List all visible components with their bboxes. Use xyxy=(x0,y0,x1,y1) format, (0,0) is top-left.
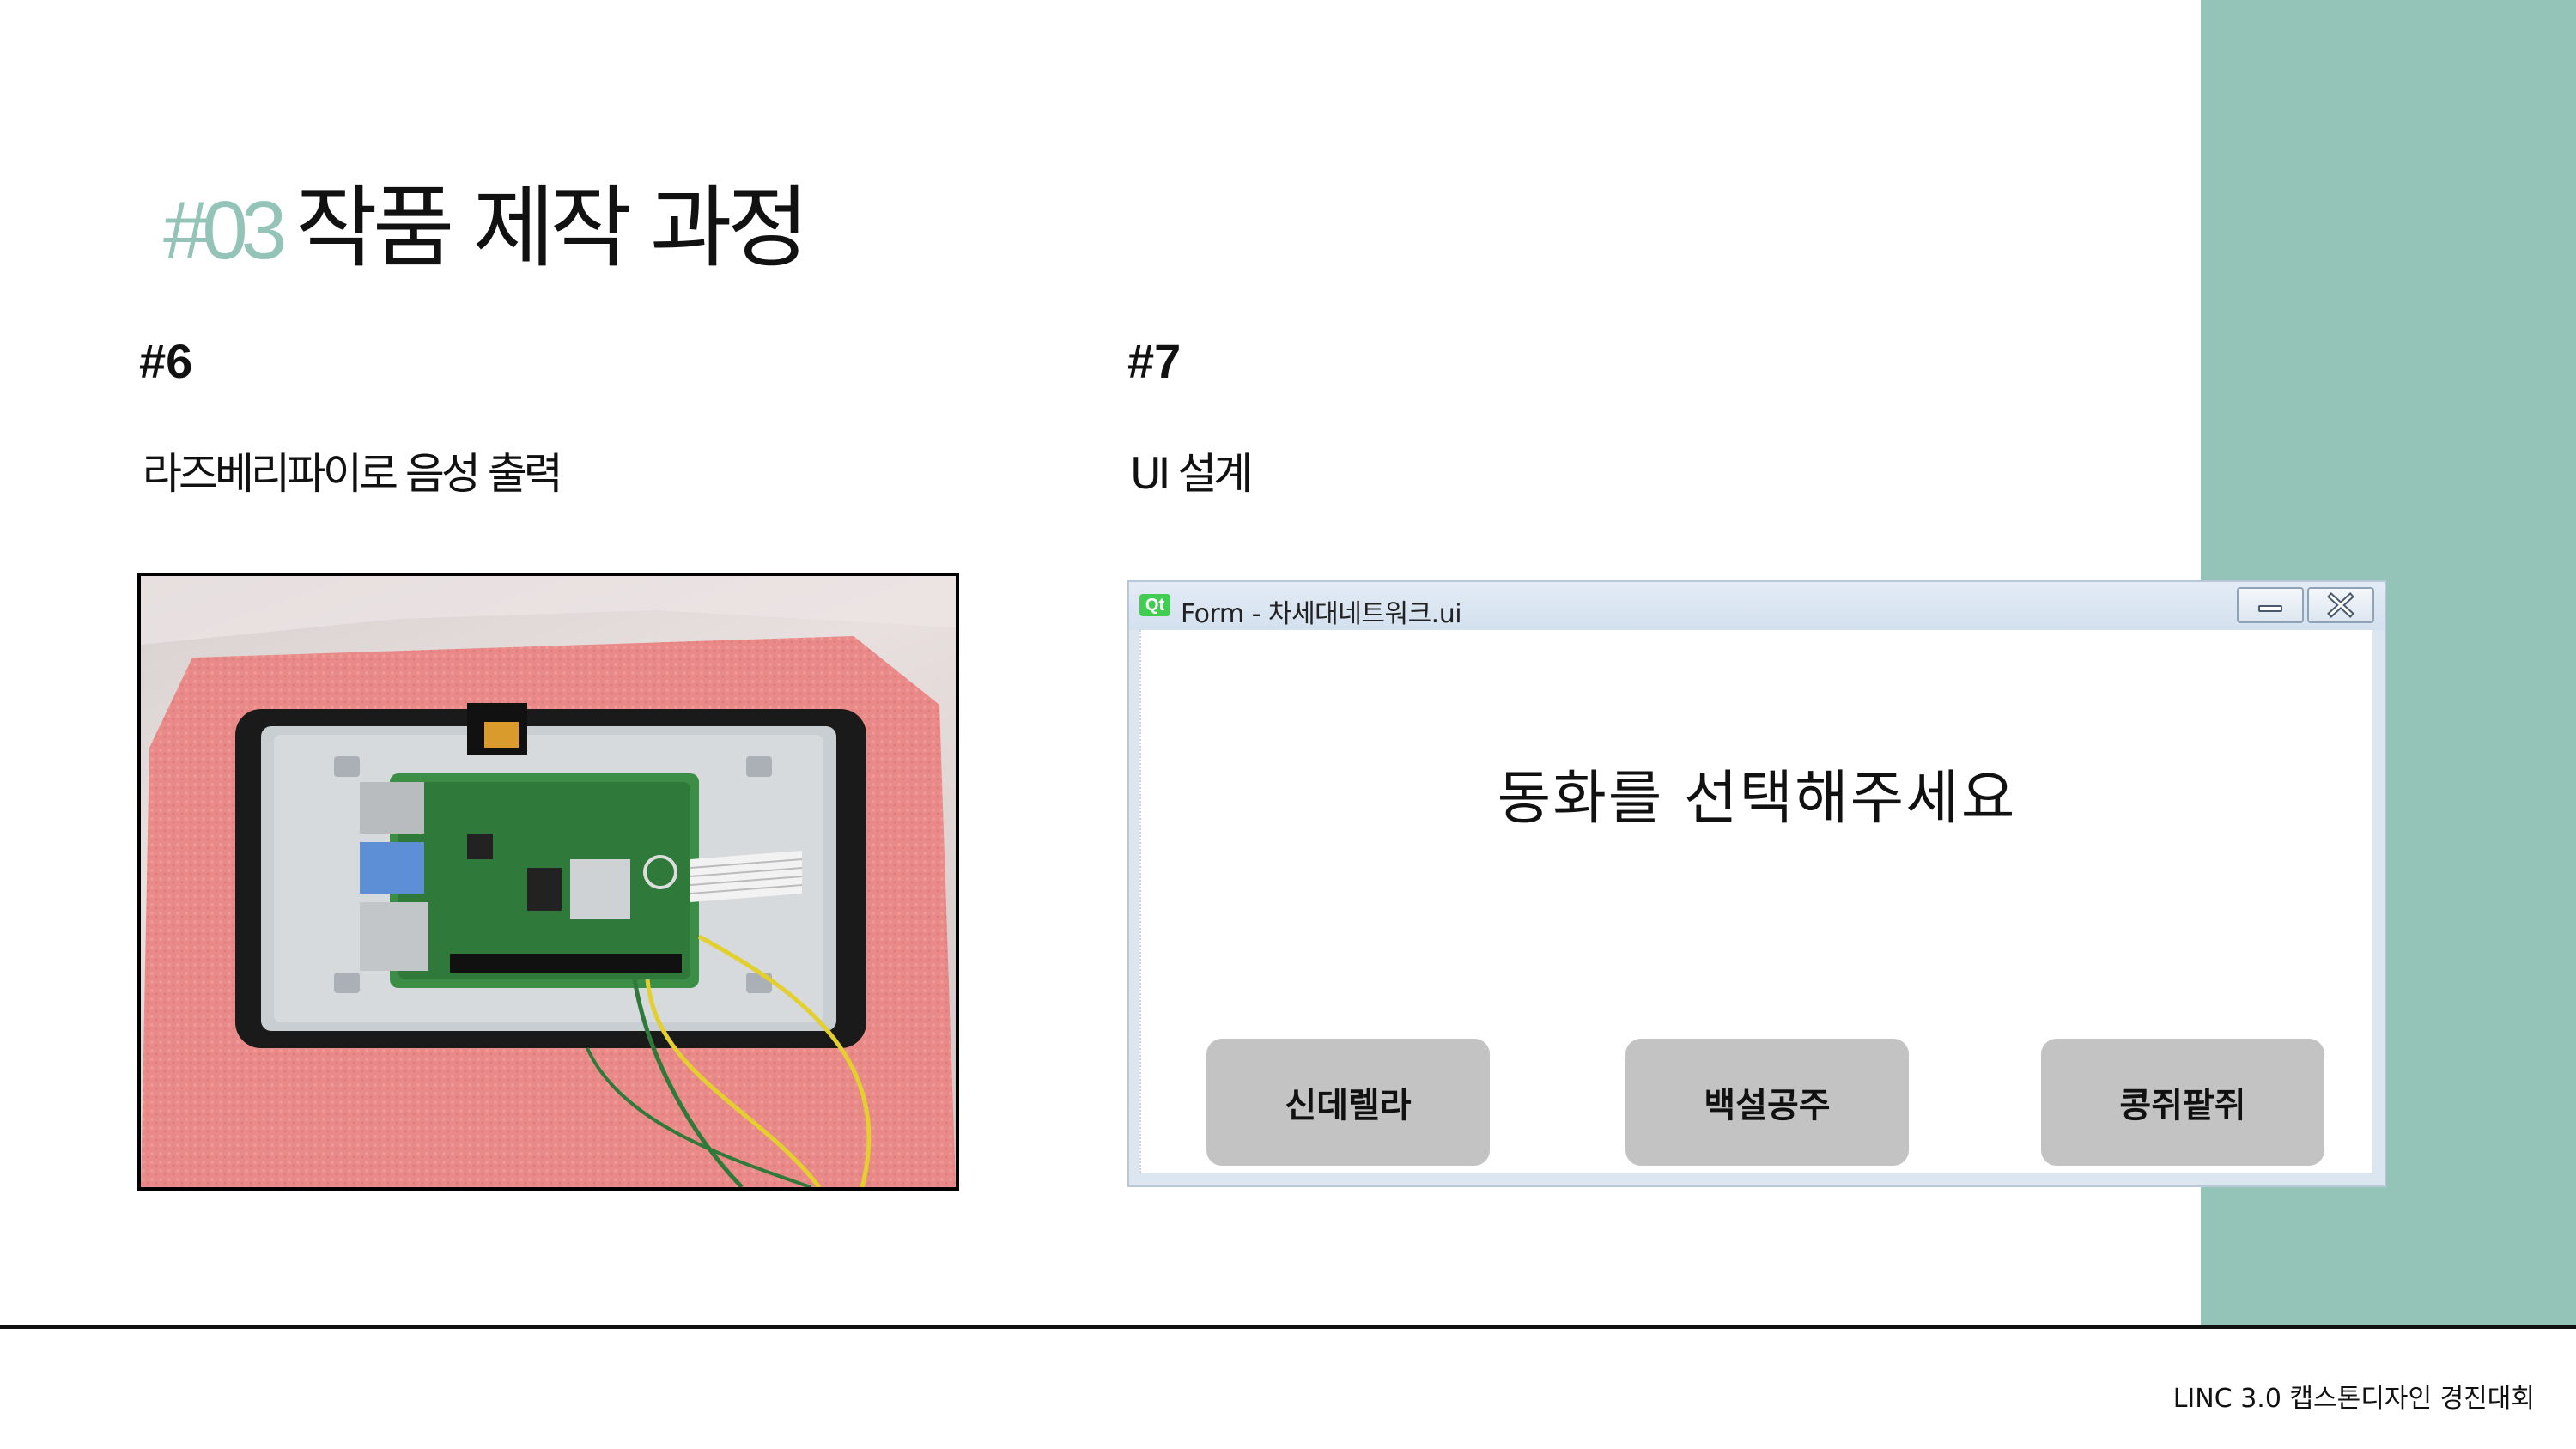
section-6-subtitle: 라즈베리파이로 음성 출력 xyxy=(143,449,563,499)
cinderella-button[interactable]: 신데렐라 xyxy=(1206,1039,1490,1166)
kongjwi-patjwi-button[interactable]: 콩쥐팥쥐 xyxy=(2041,1039,2324,1166)
raspberry-pi-photo xyxy=(137,573,959,1191)
qt-form-window: Qt Form - 차세대네트워크.ui 동화를 선택해주세요 신데렐라 백설공… xyxy=(1127,580,2386,1187)
minimize-button[interactable] xyxy=(2237,587,2304,623)
close-button[interactable] xyxy=(2307,587,2374,623)
title-number: #03 xyxy=(163,185,287,276)
section-7-number: #7 xyxy=(1127,334,1182,388)
section-6-number: #6 xyxy=(139,334,193,388)
form-client-area: 동화를 선택해주세요 신데렐라 백설공주 콩쥐팥쥐 xyxy=(1139,630,2372,1173)
section-7-subtitle: UI 설계 xyxy=(1130,449,1253,499)
close-icon xyxy=(2327,592,2354,618)
footer-divider xyxy=(0,1325,2576,1329)
qt-logo-icon: Qt xyxy=(1139,594,1170,616)
story-select-heading: 동화를 선택해주세요 xyxy=(1497,765,2017,833)
minimize-icon xyxy=(2258,605,2282,612)
raspberry-pi-illustration xyxy=(141,576,956,1187)
slide-title: #03 작품 제작 과정 xyxy=(163,155,809,280)
snow-white-button[interactable]: 백설공주 xyxy=(1625,1039,1909,1166)
footer-text: LINC 3.0 캡스톤디자인 경진대회 xyxy=(2172,1384,2535,1414)
window-titlebar[interactable]: Qt Form - 차세대네트워크.ui xyxy=(1129,582,2385,630)
title-text: 작품 제작 과정 xyxy=(295,175,809,280)
window-title: Form - 차세대네트워크.ui xyxy=(1181,599,1462,629)
